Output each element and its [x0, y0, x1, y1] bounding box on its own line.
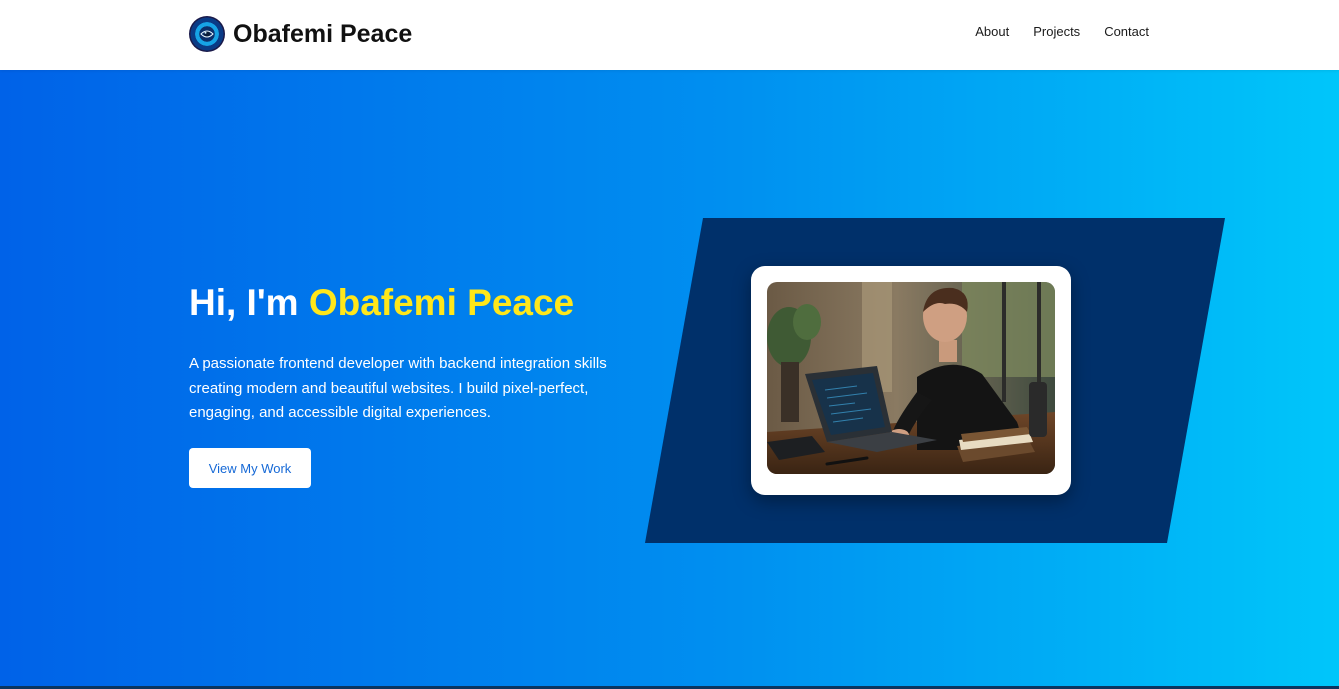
- brand[interactable]: Obafemi Peace: [189, 16, 412, 52]
- developer-at-laptop-photo: [767, 282, 1055, 474]
- hero-title-prefix: Hi, I'm: [189, 282, 309, 323]
- hero-section: Hi, I'm Obafemi Peace A passionate front…: [0, 70, 1339, 687]
- hero-title: Hi, I'm Obafemi Peace: [189, 282, 574, 324]
- hero-description: A passionate frontend developer with bac…: [189, 355, 607, 421]
- nav-link-about[interactable]: About: [975, 24, 1009, 39]
- hero-title-name: Obafemi Peace: [308, 282, 575, 323]
- view-my-work-button[interactable]: View My Work: [189, 448, 311, 488]
- eye-logo-icon: [189, 16, 225, 52]
- main-nav: About Projects Contact: [975, 24, 1149, 39]
- profile-photo-card: [751, 266, 1071, 495]
- site-header: Obafemi Peace About Projects Contact: [0, 0, 1339, 70]
- brand-name: Obafemi Peace: [233, 19, 413, 48]
- nav-link-projects[interactable]: Projects: [1033, 24, 1080, 39]
- nav-link-contact[interactable]: Contact: [1104, 24, 1149, 39]
